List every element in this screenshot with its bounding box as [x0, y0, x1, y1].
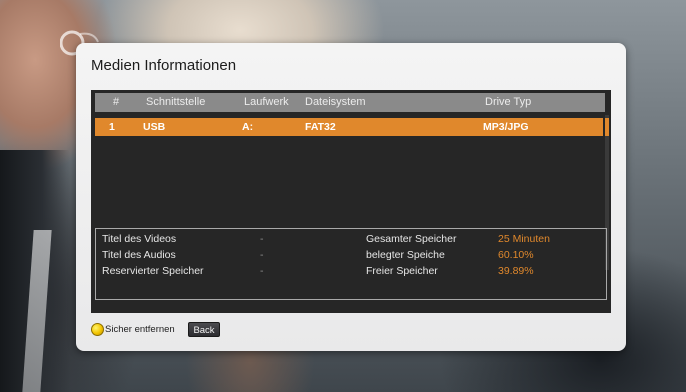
media-info-box: Titel des Videos - Gesamter Speicher 25 … — [95, 228, 607, 300]
audio-title-value: - — [260, 249, 264, 261]
header-drive-type: Drive Typ — [485, 96, 532, 108]
back-button[interactable]: Back — [188, 322, 220, 337]
dialog-title: Medien Informationen — [91, 57, 237, 74]
scrollbar-thumb[interactable] — [605, 118, 609, 136]
video-title-value: - — [260, 233, 264, 245]
info-row: Titel des Audios - belegter Speiche 60.1… — [96, 249, 606, 265]
used-storage-value: 60.10% — [498, 249, 534, 261]
total-storage-label: Gesamter Speicher — [366, 233, 457, 245]
free-storage-value: 39.89% — [498, 265, 534, 277]
audio-title-label: Titel des Audios — [102, 249, 176, 261]
row-index: 1 — [109, 121, 115, 133]
header-interface: Schnittstelle — [146, 96, 206, 108]
table-row[interactable]: 1 USB A: FAT32 MP3/JPG — [95, 118, 603, 136]
reserved-storage-value: - — [260, 265, 264, 277]
media-info-dialog: Medien Informationen # Schnittstelle Lau… — [76, 43, 626, 351]
video-title-label: Titel des Videos — [102, 233, 177, 245]
used-storage-label: belegter Speiche — [366, 249, 445, 261]
header-filesystem: Dateisystem — [305, 96, 366, 108]
table-header: # Schnittstelle Laufwerk Dateisystem Dri… — [95, 93, 605, 112]
header-drive: Laufwerk — [244, 96, 289, 108]
content-panel: # Schnittstelle Laufwerk Dateisystem Dri… — [91, 90, 611, 313]
reserved-storage-label: Reservierter Speicher — [102, 265, 204, 277]
safely-remove-label[interactable]: Sicher entfernen — [105, 324, 175, 335]
info-row: Titel des Videos - Gesamter Speicher 25 … — [96, 233, 606, 249]
header-index: # — [113, 96, 120, 108]
free-storage-label: Freier Speicher — [366, 265, 438, 277]
row-interface: USB — [143, 121, 166, 133]
total-storage-value: 25 Minuten — [498, 233, 550, 245]
yellow-key-icon — [91, 323, 104, 336]
row-drive-type: MP3/JPG — [483, 121, 529, 133]
row-drive: A: — [242, 121, 254, 133]
info-row: Reservierter Speicher - Freier Speicher … — [96, 265, 606, 281]
row-filesystem: FAT32 — [305, 121, 336, 133]
